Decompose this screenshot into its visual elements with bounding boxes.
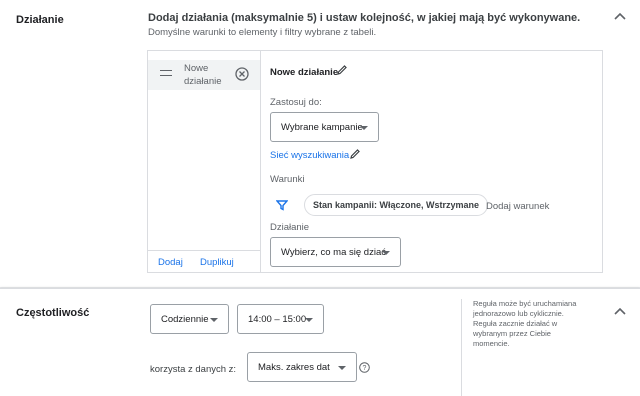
time-value: 14:00 – 15:00: [248, 314, 307, 325]
svg-text:?: ?: [363, 365, 367, 372]
action-name: Nowe działanie: [270, 67, 339, 78]
help-icon[interactable]: ?: [359, 362, 370, 373]
filter-icon: [276, 200, 288, 211]
action-subline: Domyślne warunki to elementy i filtry wy…: [148, 27, 377, 38]
condition-chip[interactable]: Stan kampanii: Włączone, Wstrzymane: [304, 194, 489, 216]
action-list: Nowe działanie Dodaj Duplikuj: [148, 51, 261, 272]
dropdown-caret-icon: [360, 126, 368, 130]
action-section: Działanie Dodaj działania (maksymalnie 5…: [0, 0, 640, 288]
date-range-value: Maks. zakres dat: [258, 362, 330, 373]
action-type-placeholder: Wybierz, co ma się dziać: [281, 247, 386, 258]
frequency-help-text: Reguła może być uruchamiana jednorazowo …: [461, 299, 589, 396]
dropdown-caret-icon: [210, 318, 218, 322]
apply-to-dropdown[interactable]: Wybrane kampanie: [270, 112, 379, 142]
add-action-link[interactable]: Dodaj: [158, 257, 183, 268]
date-range-dropdown[interactable]: Maks. zakres dat: [247, 352, 357, 382]
duplicate-action-link[interactable]: Duplikuj: [200, 257, 234, 268]
action-section-title: Działanie: [16, 14, 64, 26]
dropdown-caret-icon: [382, 251, 390, 255]
network-link[interactable]: Sieć wyszukiwania: [270, 150, 349, 161]
chevron-up-icon[interactable]: [614, 307, 626, 315]
list-item[interactable]: Nowe działanie: [148, 60, 260, 90]
action-item-label: Nowe działanie: [184, 63, 222, 87]
action-type-label: Działanie: [270, 222, 310, 233]
remove-circle-icon[interactable]: [235, 67, 249, 81]
apply-to-value: Wybrane kampanie: [281, 122, 363, 133]
chevron-up-icon[interactable]: [614, 12, 626, 20]
action-type-dropdown[interactable]: Wybierz, co ma się dziać: [270, 237, 401, 267]
frequency-dropdown[interactable]: Codziennie: [150, 304, 229, 334]
action-editor-panel: Nowe działanie Dodaj Duplikuj Nowe dział…: [147, 50, 603, 273]
frequency-section-title: Częstotliwość: [16, 307, 90, 319]
conditions-label: Warunki: [270, 174, 305, 185]
action-list-footer: Dodaj Duplikuj: [148, 250, 260, 272]
frequency-section: Częstotliwość Codziennie 14:00 – 15:00 k…: [0, 288, 640, 396]
action-headline: Dodaj działania (maksymalnie 5) i ustaw …: [148, 12, 581, 24]
dropdown-caret-icon: [338, 366, 346, 370]
frequency-value: Codziennie: [161, 314, 209, 325]
data-source-label: korzysta z danych z:: [150, 364, 237, 375]
add-condition-button[interactable]: Dodaj warunek: [486, 201, 549, 212]
apply-to-label: Zastosuj do:: [270, 97, 322, 108]
edit-pencil-icon[interactable]: [349, 148, 361, 160]
drag-handle-icon[interactable]: [160, 70, 172, 76]
time-dropdown[interactable]: 14:00 – 15:00: [237, 304, 324, 334]
action-detail: Nowe działanie Zastosuj do: Wybrane kamp…: [262, 51, 602, 272]
edit-pencil-icon[interactable]: [336, 64, 348, 76]
dropdown-caret-icon: [305, 318, 313, 322]
